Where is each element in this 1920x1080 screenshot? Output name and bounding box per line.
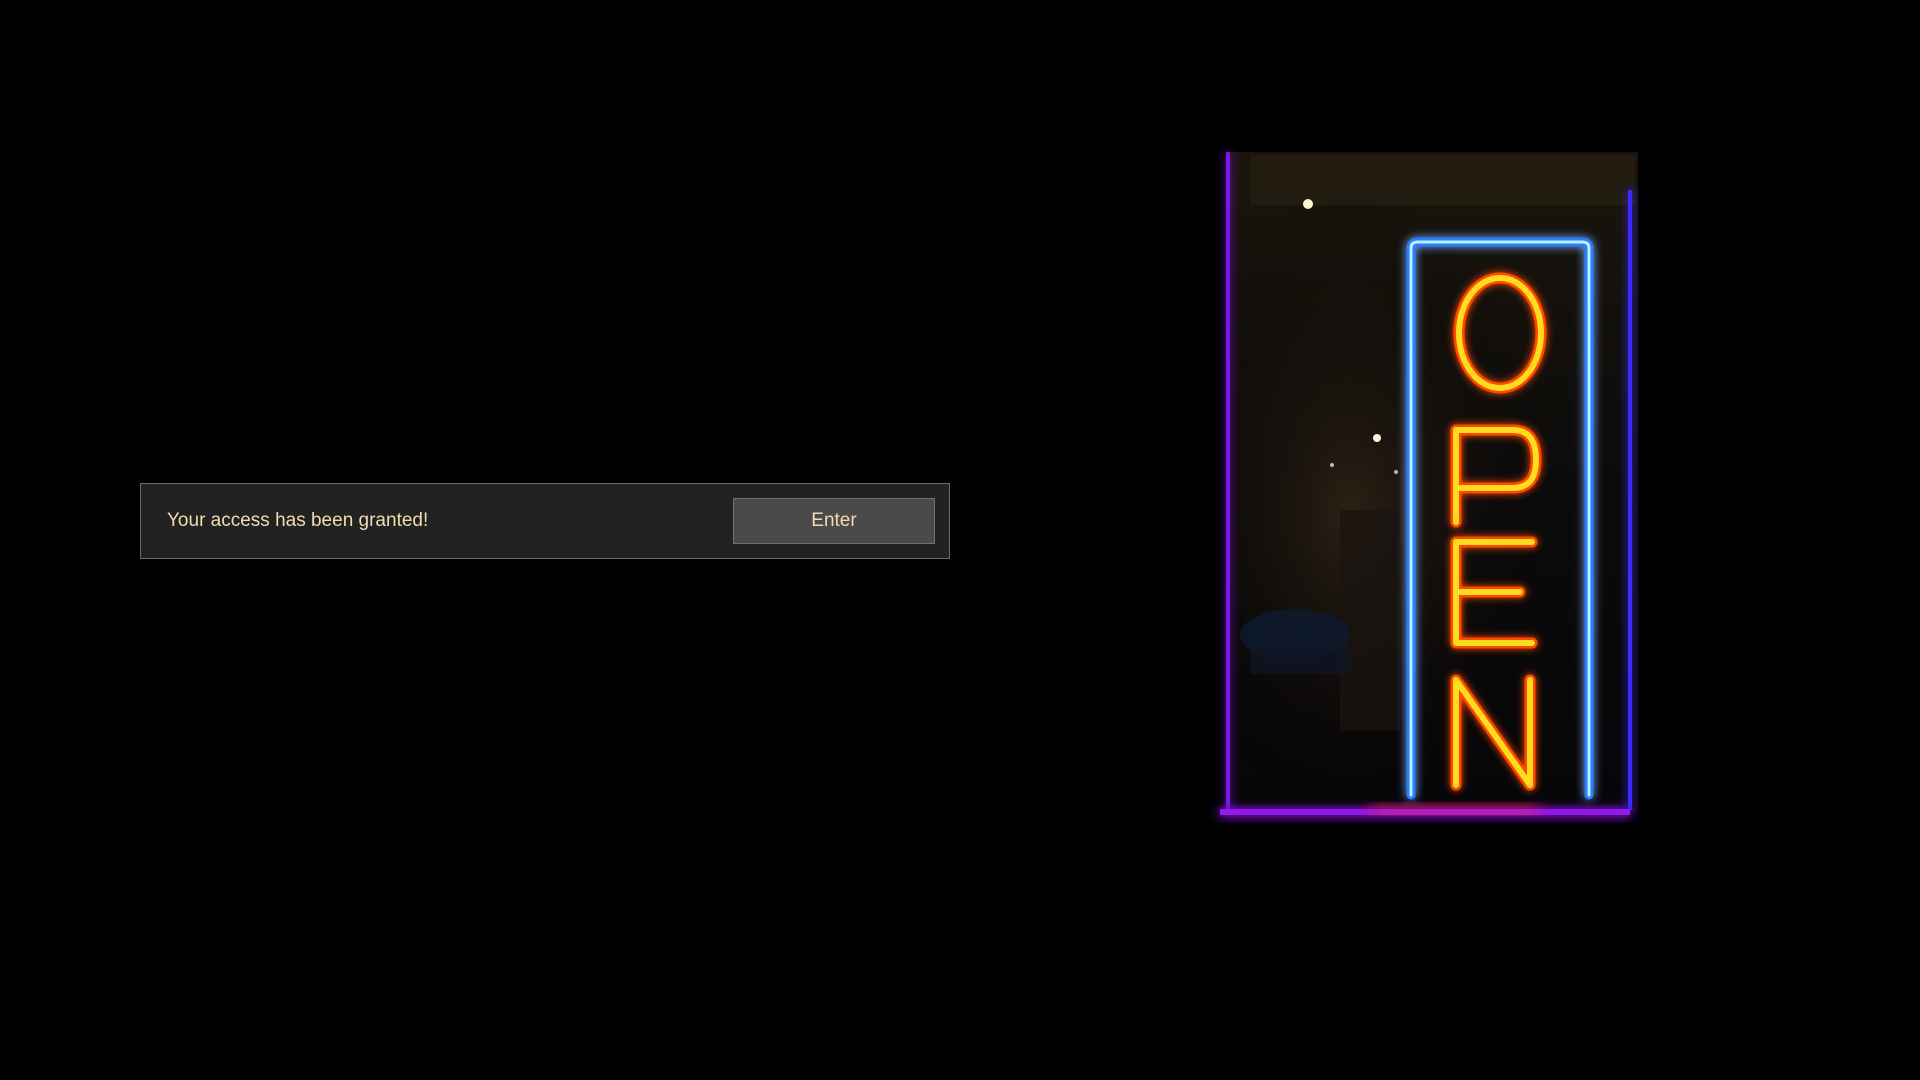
enter-button[interactable]: Enter bbox=[733, 498, 935, 544]
access-granted-panel: Your access has been granted! Enter bbox=[140, 483, 950, 559]
neon-open-sign-icon bbox=[1220, 152, 1638, 820]
page-background: Your access has been granted! Enter bbox=[0, 0, 1920, 1080]
access-granted-message: Your access has been granted! bbox=[167, 510, 429, 531]
neon-open-sign-image bbox=[1190, 130, 1680, 890]
